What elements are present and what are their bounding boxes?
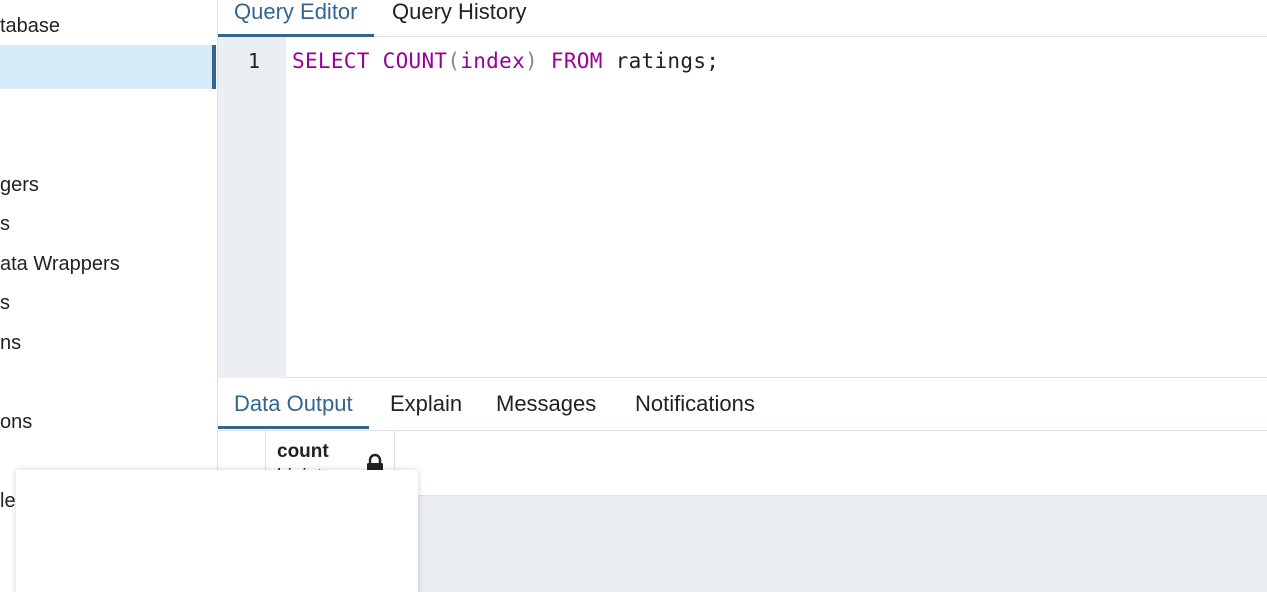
tree-item-label: tabase xyxy=(0,15,61,37)
tree-item-event-triggers[interactable]: gers xyxy=(0,165,216,205)
tab-label: Data Output xyxy=(234,391,353,416)
tab-query-editor[interactable]: Query Editor xyxy=(218,0,374,37)
tree-item-extensions[interactable]: s xyxy=(0,204,216,244)
keyword-count: COUNT xyxy=(382,49,448,73)
editor-tab-bar: Query Editor Query History xyxy=(218,0,1267,37)
code-line[interactable]: SELECT COUNT(index) FROM ratings; xyxy=(292,49,719,73)
tree-item-foreign-data-wrappers[interactable]: ata Wrappers xyxy=(0,244,216,284)
tree-item-label: s xyxy=(0,213,10,235)
line-number-gutter: 1 xyxy=(218,37,286,378)
tree-item-subscriptions[interactable]: ons xyxy=(0,402,216,442)
tree-item-label: ata Wrappers xyxy=(0,253,120,275)
tree-item-label: ns xyxy=(0,332,22,354)
column-name: count xyxy=(277,441,329,462)
tree-item-label: s xyxy=(0,292,10,314)
tree-item-publications[interactable]: ns xyxy=(0,323,216,363)
tree-item-languages[interactable]: s xyxy=(0,283,216,323)
tab-query-history[interactable]: Query History xyxy=(376,0,542,37)
tree-item-label: gers xyxy=(0,174,39,196)
tree-item-selected[interactable] xyxy=(0,45,216,89)
keyword-from: FROM xyxy=(550,49,603,73)
pgadmin-query-tool: tabase gers s ata Wrappers s ns ons les xyxy=(0,0,1267,592)
output-tab-bar: Data Output Explain Messages Notificatio… xyxy=(218,378,1267,431)
tree-item-database[interactable]: tabase xyxy=(0,6,216,46)
tree-item-label: ons xyxy=(0,411,33,433)
tab-explain[interactable]: Explain xyxy=(374,378,478,429)
tab-label: Notifications xyxy=(635,391,755,416)
line-number: 1 xyxy=(247,49,260,73)
tab-label: Explain xyxy=(390,391,463,416)
tab-data-output[interactable]: Data Output xyxy=(218,378,369,429)
tab-notifications[interactable]: Notifications xyxy=(619,378,771,429)
paren-close: ) xyxy=(525,49,538,73)
tab-label: Messages xyxy=(496,391,597,416)
column-argument: index xyxy=(460,49,526,73)
tab-messages[interactable]: Messages xyxy=(480,378,612,429)
keyword-select: SELECT xyxy=(292,49,370,73)
tab-label: Query Editor xyxy=(234,0,358,24)
tab-label: Query History xyxy=(392,0,527,24)
table-name: ratings; xyxy=(615,49,720,73)
floating-panel xyxy=(16,470,418,592)
paren-open: ( xyxy=(447,49,461,73)
sql-editor[interactable]: 1 SELECT COUNT(index) FROM ratings; xyxy=(218,37,1267,378)
